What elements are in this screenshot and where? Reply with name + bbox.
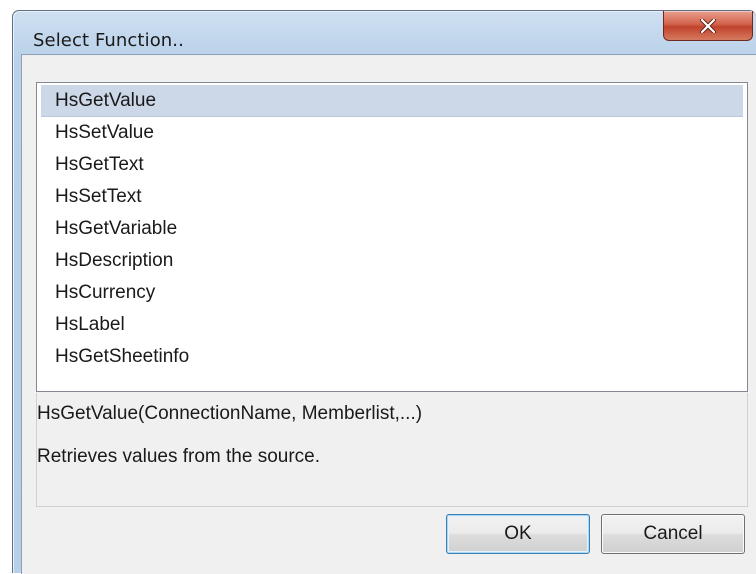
function-listbox[interactable]: HsGetValue HsSetValue HsGetText HsSetTex… xyxy=(36,82,748,392)
function-description: Retrieves values from the source. xyxy=(37,446,321,467)
cancel-button[interactable]: Cancel xyxy=(601,514,745,554)
list-item[interactable]: HsSetValue xyxy=(41,117,743,149)
close-button[interactable] xyxy=(663,11,753,41)
ok-button[interactable]: OK xyxy=(446,514,590,554)
list-item[interactable]: HsGetVariable xyxy=(41,213,743,245)
window-title: Select Function.. xyxy=(33,30,184,51)
close-icon xyxy=(700,18,716,33)
list-item[interactable]: HsGetValue xyxy=(41,85,743,117)
list-item[interactable]: HsSetText xyxy=(41,181,743,213)
list-item[interactable]: HsDescription xyxy=(41,245,743,277)
list-item[interactable]: HsGetSheetinfo xyxy=(41,341,743,373)
dialog-client-area: HsGetValue HsSetValue HsGetText HsSetTex… xyxy=(21,54,756,574)
dialog-window: Select Function.. HsGetValue HsSetValue … xyxy=(12,10,756,574)
function-signature: HsGetValue(ConnectionName, Memberlist,..… xyxy=(37,403,423,424)
function-details-panel: HsGetValue(ConnectionName, Memberlist,..… xyxy=(36,393,748,507)
list-item[interactable]: HsLabel xyxy=(41,309,743,341)
list-item[interactable]: HsGetText xyxy=(41,149,743,181)
list-item[interactable]: HsCurrency xyxy=(41,277,743,309)
